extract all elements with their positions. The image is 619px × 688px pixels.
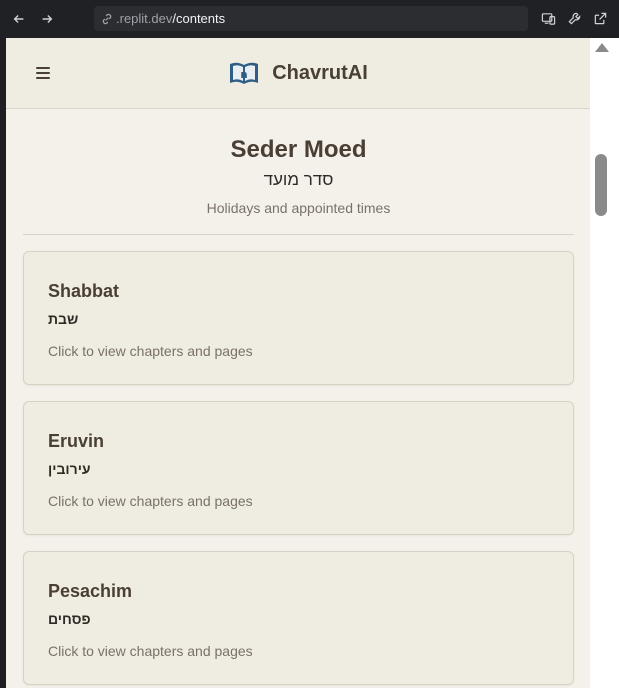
scroll-thumb[interactable] (595, 154, 607, 216)
wrench-icon[interactable] (565, 9, 583, 27)
tractate-hebrew: שבת (48, 311, 79, 327)
browser-toolbar: .replit.dev/contents (0, 0, 619, 38)
scroll-up-arrow-icon[interactable] (595, 43, 609, 52)
section-header: Seder Moed סדר מועד Holidays and appoint… (23, 109, 574, 216)
tractate-card-eruvin[interactable]: Eruvin עירובין Click to view chapters an… (23, 401, 574, 535)
page-subtitle: Holidays and appointed times (206, 200, 391, 216)
tractate-name: Eruvin (48, 431, 105, 451)
tractate-hint: Click to view chapters and pages (48, 643, 253, 659)
divider (23, 234, 574, 235)
hamburger-menu-icon[interactable] (36, 67, 50, 79)
page-viewport: ח ChavrutAI Seder Moed סדר מועד Holidays… (6, 38, 590, 688)
logo-glyph: ח (240, 68, 248, 81)
tractate-name: Pesachim (48, 581, 133, 601)
external-link-icon[interactable] (591, 9, 609, 27)
tractate-card-shabbat[interactable]: Shabbat שבת Click to view chapters and p… (23, 251, 574, 385)
tractate-hebrew: פסחים (48, 611, 91, 627)
main-content: Seder Moed סדר מועד Holidays and appoint… (6, 109, 590, 685)
scrollbar[interactable] (590, 38, 619, 688)
app-header: ח ChavrutAI (6, 38, 590, 109)
forward-icon[interactable] (36, 8, 58, 30)
url-path: /contents (172, 11, 226, 26)
address-bar[interactable]: .replit.dev/contents (94, 6, 528, 31)
back-icon[interactable] (8, 8, 30, 30)
tractate-hint: Click to view chapters and pages (48, 493, 253, 509)
tractate-name: Shabbat (48, 281, 120, 301)
page-title: Seder Moed (230, 136, 367, 163)
page-title-hebrew: סדר מועד (263, 170, 334, 189)
tractate-hint: Click to view chapters and pages (48, 343, 253, 359)
link-icon (100, 12, 114, 26)
devices-icon[interactable] (539, 9, 557, 27)
open-book-logo-icon: ח (230, 62, 259, 84)
brand[interactable]: ח ChavrutAI (228, 60, 368, 86)
tractate-hebrew: עירובין (48, 461, 91, 477)
tractate-card-pesachim[interactable]: Pesachim פסחים Click to view chapters an… (23, 551, 574, 685)
app-name: ChavrutAI (272, 61, 368, 84)
url-host: .replit.dev (116, 11, 173, 26)
